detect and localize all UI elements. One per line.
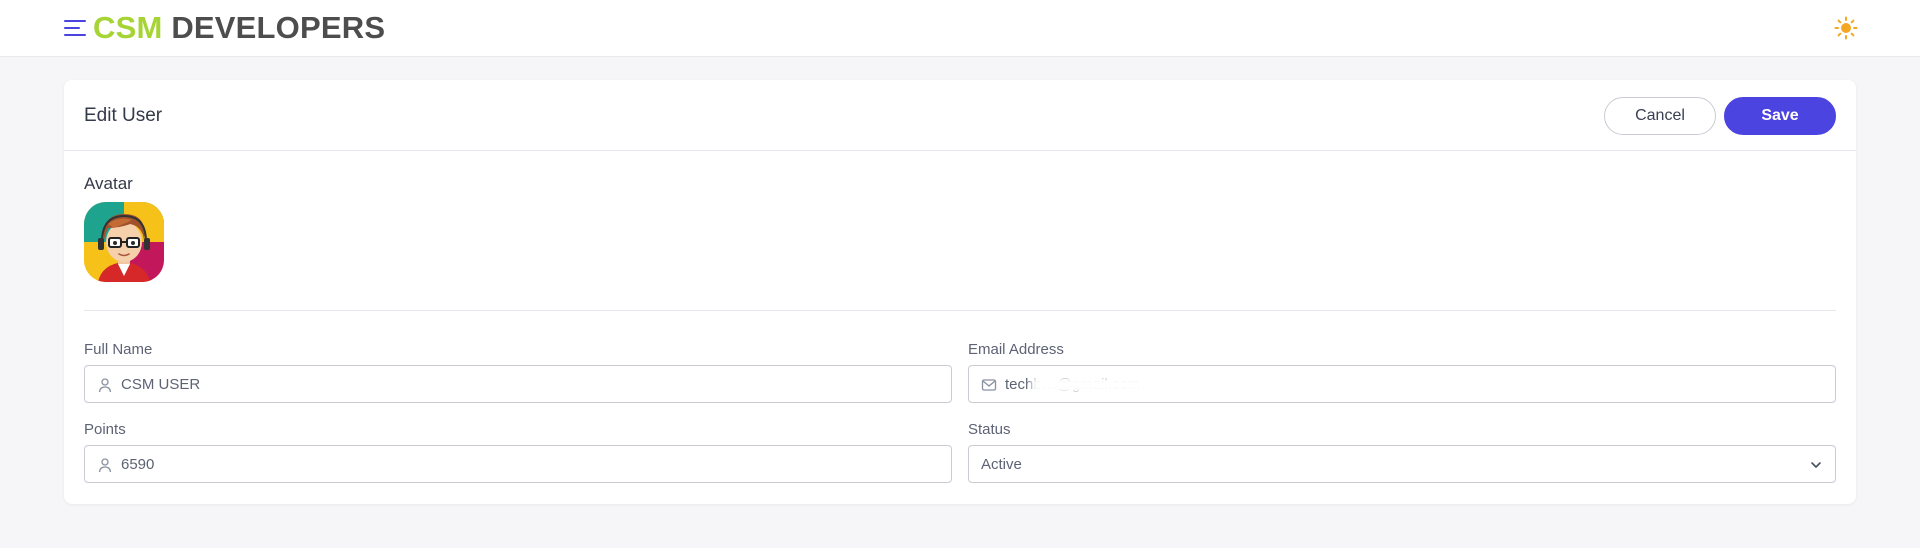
- sun-icon[interactable]: [1834, 16, 1858, 40]
- user-icon: [98, 458, 112, 473]
- brand-logo[interactable]: CSM DEVELOPERS: [93, 9, 385, 47]
- email-field[interactable]: techb…@gmail.com: [968, 365, 1836, 403]
- email-label: Email Address: [968, 341, 1064, 358]
- full-name-field[interactable]: CSM USER: [84, 365, 952, 403]
- chevron-down-icon[interactable]: [1809, 458, 1823, 472]
- top-navbar: CSM DEVELOPERS: [0, 0, 1920, 57]
- avatar-label: Avatar: [84, 174, 133, 193]
- page-title: Edit User: [84, 105, 163, 126]
- full-name-label: Full Name: [84, 341, 153, 358]
- redaction-blur: [1031, 377, 1149, 393]
- save-button[interactable]: Save: [1724, 97, 1836, 135]
- brand-logo-part2: DEVELOPERS: [171, 10, 386, 45]
- card-header: Edit User Cancel Save: [64, 80, 1856, 151]
- status-label: Status: [968, 421, 1011, 438]
- points-value: 6590: [121, 456, 155, 473]
- status-select[interactable]: Active: [968, 445, 1836, 483]
- mail-icon: [981, 379, 997, 391]
- avatar[interactable]: [84, 202, 164, 282]
- section-divider: [84, 310, 1836, 311]
- status-value: Active: [981, 456, 1022, 473]
- user-icon: [98, 378, 112, 393]
- hamburger-menu-icon[interactable]: [64, 18, 86, 38]
- edit-user-card: Edit User Cancel Save Avatar Full Name C…: [64, 80, 1856, 504]
- cancel-button[interactable]: Cancel: [1604, 97, 1716, 135]
- points-label: Points: [84, 421, 126, 438]
- points-field[interactable]: 6590: [84, 445, 952, 483]
- brand-logo-part1: CSM: [93, 10, 163, 45]
- full-name-value: CSM USER: [121, 376, 201, 393]
